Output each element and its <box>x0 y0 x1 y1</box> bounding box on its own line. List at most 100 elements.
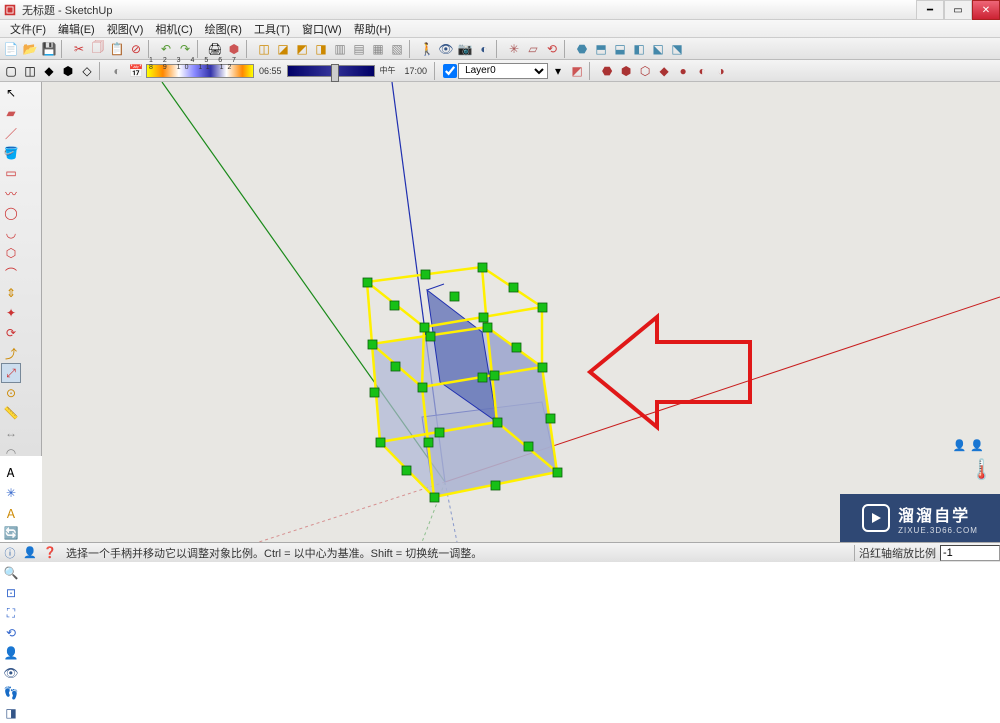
menu-draw[interactable]: 绘图(R) <box>199 20 248 38</box>
plugin3-icon[interactable]: ⬡ <box>636 62 654 80</box>
shaded-icon[interactable]: ◆ <box>40 62 58 80</box>
scale-tool-icon[interactable]: ⤢ <box>1 363 21 383</box>
zoom-tool-icon[interactable]: 🔍 <box>1 563 21 583</box>
geo-icon[interactable]: 👤 <box>21 544 39 562</box>
minimize-button[interactable]: ━ <box>916 0 944 20</box>
layer-options-icon[interactable]: ▾ <box>549 62 567 80</box>
front-icon[interactable]: ⬓ <box>611 40 629 58</box>
axes-icon[interactable]: ✳ <box>505 40 523 58</box>
shaded-textures-icon[interactable]: ⬢ <box>59 62 77 80</box>
arc2-tool-icon[interactable]: ⌒ <box>1 263 21 283</box>
layer-dropdown[interactable]: Layer0 <box>458 63 548 79</box>
date-slider[interactable]: 1 2 3 4 5 6 7 8 9 10 11 12 <box>146 64 254 78</box>
calendar-icon[interactable]: 📅 <box>127 62 145 80</box>
save-icon[interactable]: 💾 <box>40 40 58 58</box>
rectangle-tool-icon[interactable]: ▭ <box>1 163 21 183</box>
walk-tool-icon[interactable]: 👣 <box>1 683 21 703</box>
zoom-window-tool-icon[interactable]: ⊡ <box>1 583 21 603</box>
redo-icon[interactable]: ↷ <box>176 40 194 58</box>
scale-bounding-box[interactable] <box>363 263 562 502</box>
orbit-tool-icon[interactable]: 🔄 <box>1 523 21 543</box>
look-around-icon[interactable]: 👁 <box>1 663 21 683</box>
xray-icon[interactable]: ▱ <box>524 40 542 58</box>
previous-view-icon[interactable]: ⟲ <box>1 623 21 643</box>
plugin6-icon[interactable]: ◐ <box>693 62 711 80</box>
select-tool-icon[interactable]: ↖ <box>1 83 21 103</box>
open-icon[interactable]: 📂 <box>21 40 39 58</box>
menu-window[interactable]: 窗口(W) <box>296 20 348 38</box>
3dtext-tool-icon[interactable]: Ａ <box>1 503 21 523</box>
hide-icon[interactable]: ▤ <box>350 40 368 58</box>
protractor-tool-icon[interactable]: ◠ <box>1 443 21 463</box>
credits-icon[interactable]: ❓ <box>41 544 59 562</box>
outliner-icon[interactable]: ▥ <box>331 40 349 58</box>
offset-tool-icon[interactable]: ⊙ <box>1 383 21 403</box>
component-icon[interactable]: ◩ <box>293 40 311 58</box>
plugin5-icon[interactable]: ● <box>674 62 692 80</box>
tape-tool-icon[interactable]: 📏 <box>1 403 21 423</box>
mono-icon[interactable]: ◇ <box>78 62 96 80</box>
axes-tool-icon[interactable]: ✳ <box>1 483 21 503</box>
plugin7-icon[interactable]: ◑ <box>712 62 730 80</box>
menu-tools[interactable]: 工具(T) <box>248 20 296 38</box>
menu-camera[interactable]: 相机(C) <box>149 20 198 38</box>
model-icon[interactable]: ⬢ <box>225 40 243 58</box>
time-slider[interactable] <box>287 65 375 77</box>
cut-icon[interactable]: ✂ <box>70 40 88 58</box>
section-plane-icon[interactable]: ◨ <box>1 703 21 723</box>
walk-icon[interactable]: 🚶 <box>418 40 436 58</box>
section-icon[interactable]: ◐ <box>475 40 493 58</box>
dimension-tool-icon[interactable]: ↔ <box>1 423 21 443</box>
circle-tool-icon[interactable]: ◯ <box>1 203 21 223</box>
print-icon[interactable]: 🖨 <box>206 40 224 58</box>
group-create-icon[interactable]: ◫ <box>255 40 273 58</box>
back-icon[interactable]: ⬕ <box>649 40 667 58</box>
move-tool-icon[interactable]: ✦ <box>1 303 21 323</box>
plugin4-icon[interactable]: ◆ <box>655 62 673 80</box>
right-icon[interactable]: ◧ <box>630 40 648 58</box>
unhide-icon[interactable]: ▦ <box>369 40 387 58</box>
menu-view[interactable]: 视图(V) <box>101 20 150 38</box>
copy-icon[interactable]: 🗍 <box>89 40 107 58</box>
layer-manager-icon[interactable]: ◩ <box>568 62 586 80</box>
plugin1-icon[interactable]: ⬣ <box>598 62 616 80</box>
maximize-button[interactable]: ▭ <box>944 0 972 20</box>
wireframe-icon[interactable]: ▢ <box>2 62 20 80</box>
followme-tool-icon[interactable]: ⤴ <box>1 343 21 363</box>
rotate-tool-icon[interactable]: ⟳ <box>1 323 21 343</box>
layer-visible-checkbox[interactable] <box>443 64 457 78</box>
group-edit-icon[interactable]: ◪ <box>274 40 292 58</box>
top-icon[interactable]: ⬒ <box>592 40 610 58</box>
hidden-line-icon[interactable]: ◫ <box>21 62 39 80</box>
rotate-icon[interactable]: ⟲ <box>543 40 561 58</box>
line-tool-icon[interactable]: ／ <box>1 123 21 143</box>
menu-help[interactable]: 帮助(H) <box>348 20 397 38</box>
freehand-tool-icon[interactable]: 〰 <box>1 183 21 203</box>
arc-tool-icon[interactable]: ◡ <box>1 223 21 243</box>
position-camera-icon[interactable]: 👤 <box>1 643 21 663</box>
zoom-extents-icon[interactable]: ⛶ <box>1 603 21 623</box>
viewport[interactable]: 👤👤 🌡️ <box>42 82 1000 542</box>
position-icon[interactable]: 📷 <box>456 40 474 58</box>
text-tool-icon[interactable]: Ꭺ <box>1 463 21 483</box>
shadow-icon[interactable]: ◐ <box>108 62 126 80</box>
iso-icon[interactable]: ⬣ <box>573 40 591 58</box>
close-button[interactable]: ✕ <box>972 0 1000 20</box>
pushpull-tool-icon[interactable]: ⇕ <box>1 283 21 303</box>
new-icon[interactable]: 📄 <box>2 40 20 58</box>
plugin2-icon[interactable]: ⬢ <box>617 62 635 80</box>
paste-icon[interactable]: 📋 <box>108 40 126 58</box>
undo-icon[interactable]: ↶ <box>157 40 175 58</box>
left-icon[interactable]: ⬔ <box>668 40 686 58</box>
look-icon[interactable]: 👁 <box>437 40 455 58</box>
menu-edit[interactable]: 编辑(E) <box>52 20 101 38</box>
paint-tool-icon[interactable]: 🪣 <box>1 143 21 163</box>
delete-icon[interactable]: ⊘ <box>127 40 145 58</box>
menu-file[interactable]: 文件(F) <box>4 20 52 38</box>
measure-input[interactable] <box>940 545 1000 561</box>
explode-icon[interactable]: ◨ <box>312 40 330 58</box>
help-icon[interactable]: ⓘ <box>1 544 19 562</box>
eraser-tool-icon[interactable]: ▰ <box>1 103 21 123</box>
polygon-tool-icon[interactable]: ⬡ <box>1 243 21 263</box>
lock-icon[interactable]: ▧ <box>388 40 406 58</box>
